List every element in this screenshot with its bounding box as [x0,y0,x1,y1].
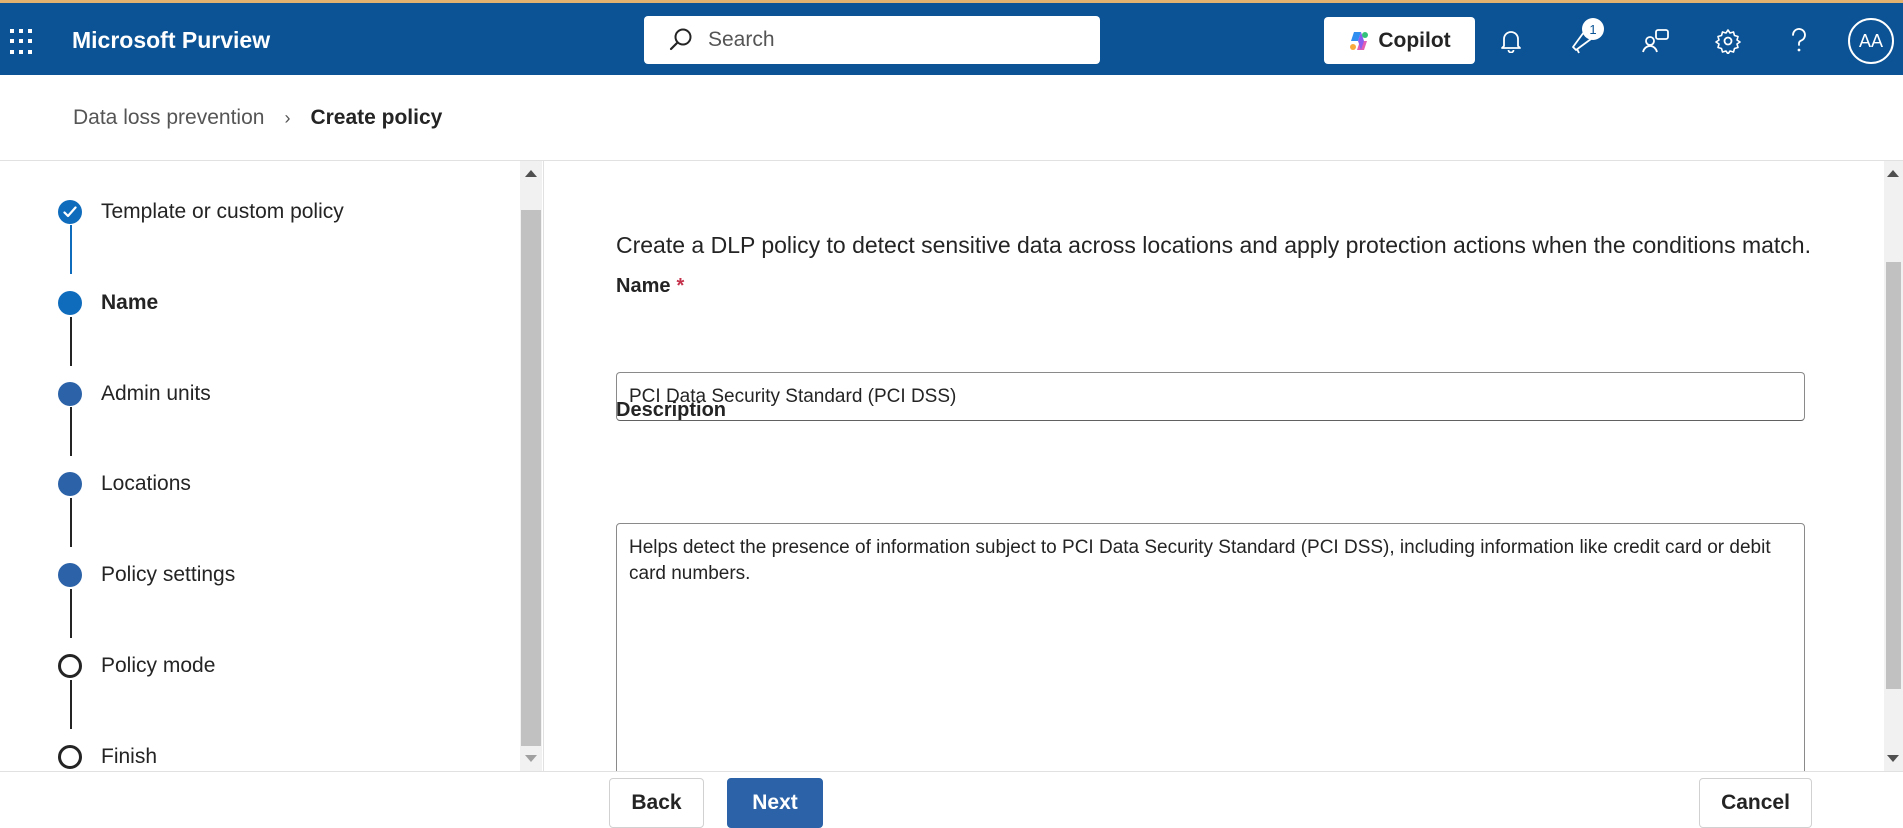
help-question-icon[interactable] [1784,25,1814,57]
step-indicator [58,382,82,406]
top-navigation-bar: Microsoft Purview Copilot 1 [0,0,1903,75]
step-name[interactable]: Name [58,291,158,315]
step-connector [70,498,72,547]
step-locations[interactable]: Locations [58,472,191,496]
chevron-right-icon: › [284,107,291,128]
step-indicator [58,563,82,587]
cancel-button[interactable]: Cancel [1699,778,1812,828]
step-indicator [58,472,82,496]
main-scrollbar[interactable] [1884,161,1903,771]
wizard-footer: Back Next Cancel [0,771,1903,828]
step-label: Policy mode [101,654,216,677]
step-template-or-custom-policy[interactable]: Template or custom policy [58,200,344,224]
scrollbar-thumb[interactable] [1886,262,1901,689]
step-indicator [58,745,82,769]
policy-description-field[interactable]: Helps detect the presence of information… [616,523,1805,771]
step-label: Locations [101,472,191,495]
next-button[interactable]: Next [727,778,823,828]
people-feedback-icon[interactable] [1641,25,1671,57]
copilot-icon [1350,31,1369,50]
breadcrumb: Data loss prevention › Create policy [73,106,442,130]
search-input[interactable] [708,28,1088,52]
step-connector [70,589,72,638]
scroll-down-arrow-icon[interactable] [525,755,537,762]
step-label: Admin units [101,382,211,405]
main-content: Create a DLP policy to detect sensitive … [544,161,1884,771]
copilot-label: Copilot [1378,28,1451,52]
step-connector [70,225,72,274]
search-icon [669,28,692,51]
scrollbar-thumb[interactable] [521,210,541,746]
step-connector [70,317,72,366]
scroll-up-arrow-icon[interactable] [525,170,537,177]
wizard-steps-panel: Template or custom policy Name Admin uni… [0,161,540,771]
description-field-label: Description [616,399,727,421]
page-heading-scrolled-off [616,161,1176,178]
page-description: Create a DLP policy to detect sensitive … [616,232,1811,258]
step-indicator [58,654,82,678]
breadcrumb-data-loss-prevention[interactable]: Data loss prevention [73,106,264,130]
notification-count-badge: 1 [1582,18,1604,40]
name-field-label: Name * [616,275,685,297]
scroll-up-arrow-icon[interactable] [1887,170,1899,177]
step-label: Policy settings [101,563,236,586]
step-finish[interactable]: Finish [58,745,157,769]
step-admin-units[interactable]: Admin units [58,382,211,406]
current-step-indicator [58,291,82,315]
back-button[interactable]: Back [609,778,704,828]
steps-scrollbar[interactable] [520,161,542,771]
policy-name-field[interactable] [616,372,1805,421]
step-connector [70,407,72,456]
step-label: Template or custom policy [101,200,344,223]
step-label: Finish [101,745,158,768]
scroll-down-arrow-icon[interactable] [1887,755,1899,762]
copilot-button[interactable]: Copilot [1324,17,1475,64]
app-launcher-icon[interactable] [10,29,36,55]
required-asterisk: * [676,275,685,297]
step-policy-settings[interactable]: Policy settings [58,563,235,587]
user-avatar[interactable]: AA [1848,18,1894,64]
search-box[interactable] [644,16,1100,64]
settings-gear-icon[interactable] [1713,25,1743,57]
step-policy-mode[interactable]: Policy mode [58,654,215,678]
notifications-bell-icon[interactable] [1496,25,1526,57]
app-title[interactable]: Microsoft Purview [72,27,270,54]
checkmark-circle-icon [58,200,82,224]
breadcrumb-current-page: Create policy [310,106,443,129]
step-label: Name [101,291,159,314]
step-connector [70,680,72,729]
